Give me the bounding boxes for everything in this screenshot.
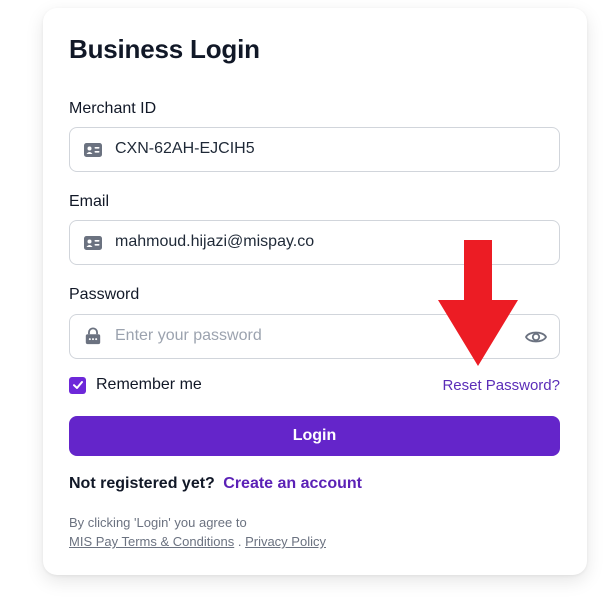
register-prompt-text: Not registered yet?	[69, 475, 215, 492]
terms-link[interactable]: MIS Pay Terms & Conditions	[69, 534, 234, 549]
terms-prefix: By clicking 'Login' you agree to	[69, 515, 247, 530]
email-value: mahmoud.hijazi@mispay.co	[115, 233, 315, 250]
page-title: Business Login	[69, 34, 260, 64]
merchant-id-value: CXN-62AH-EJCIH5	[115, 140, 255, 157]
eye-icon[interactable]	[525, 327, 547, 347]
create-account-link[interactable]: Create an account	[223, 475, 362, 492]
id-card-icon	[84, 236, 102, 250]
lock-icon	[85, 327, 101, 345]
check-icon	[72, 381, 83, 389]
login-button[interactable]: Login	[69, 416, 560, 456]
remember-checkbox[interactable]	[69, 376, 86, 394]
remember-me[interactable]: Remember me	[69, 376, 202, 394]
terms-notice: By clicking 'Login' you agree to MIS Pay…	[69, 513, 326, 551]
password-placeholder: Enter your password	[115, 327, 262, 344]
password-label: Password	[69, 286, 140, 303]
id-card-icon	[84, 143, 102, 157]
register-prompt: Not registered yet? Create an account	[69, 475, 362, 493]
merchant-id-field[interactable]: CXN-62AH-EJCIH5	[69, 127, 560, 172]
merchant-id-label: Merchant ID	[69, 100, 157, 117]
terms-separator: .	[234, 534, 246, 549]
annotation-arrow-icon	[438, 240, 518, 366]
reset-password-link[interactable]: Reset Password?	[442, 377, 560, 394]
privacy-link[interactable]: Privacy Policy	[245, 534, 326, 549]
remember-label: Remember me	[96, 376, 202, 393]
email-label: Email	[69, 193, 110, 210]
